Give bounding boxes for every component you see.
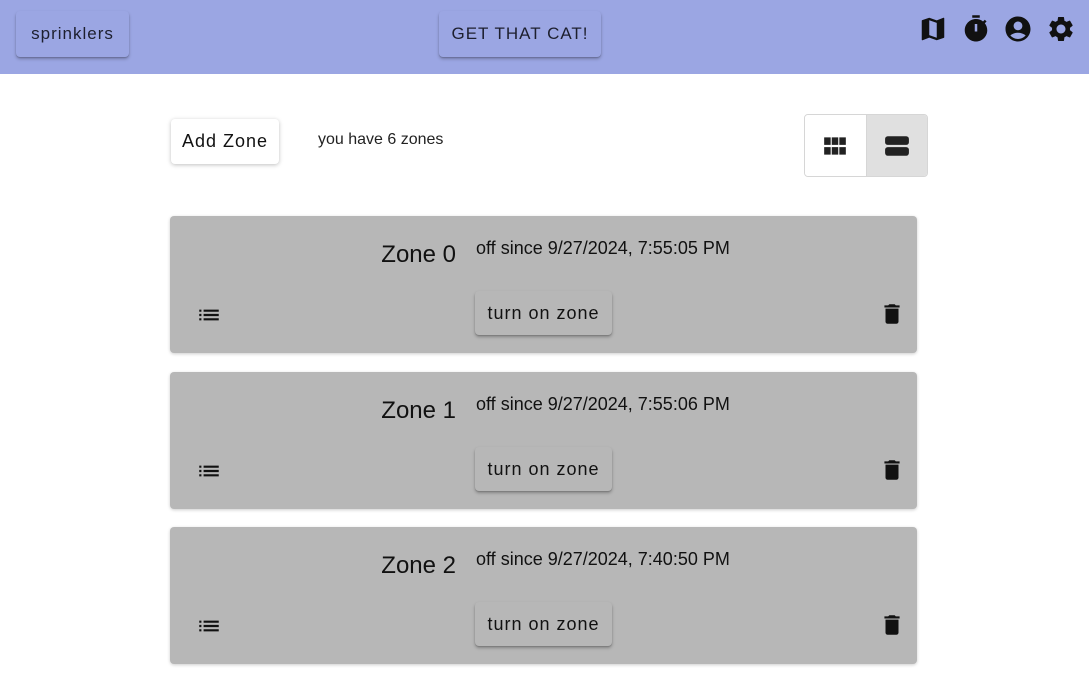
list-icon[interactable] [196,302,222,328]
row-view-icon [884,135,909,156]
get-that-cat-button[interactable]: GET THAT CAT! [439,11,601,57]
grid-view-button[interactable] [805,115,867,176]
zone-title: Zone 2 [381,552,456,579]
zone-status: off since 9/27/2024, 7:55:05 PM [476,238,730,258]
turn-on-zone-button[interactable]: turn on zone [475,602,612,646]
zone-count-text: you have 6 zones [318,131,444,148]
list-icon[interactable] [196,458,222,484]
row-view-button[interactable] [866,115,927,176]
add-zone-button[interactable]: Add Zone [171,119,279,164]
zone-status: off since 9/27/2024, 7:40:50 PM [476,549,730,569]
timer-icon[interactable] [961,14,991,44]
sprinklers-button[interactable]: sprinklers [16,11,129,57]
turn-on-zone-button[interactable]: turn on zone [475,291,612,335]
zone-card: Zone 2 off since 9/27/2024, 7:40:50 PM t… [170,527,917,664]
top-app-bar: sprinklers GET THAT CAT! [0,0,1089,74]
list-icon[interactable] [196,613,222,639]
zone-card: Zone 1 off since 9/27/2024, 7:55:06 PM t… [170,372,917,509]
grid-view-icon [824,136,847,155]
delete-icon[interactable] [879,300,905,328]
map-icon[interactable] [918,14,948,44]
zone-title: Zone 1 [381,397,456,424]
delete-icon[interactable] [879,611,905,639]
view-toggle-group [804,114,928,177]
settings-icon[interactable] [1046,14,1076,44]
zone-card: Zone 0 off since 9/27/2024, 7:55:05 PM t… [170,216,917,353]
account-icon[interactable] [1003,14,1033,44]
delete-icon[interactable] [879,456,905,484]
turn-on-zone-button[interactable]: turn on zone [475,447,612,491]
zone-status: off since 9/27/2024, 7:55:06 PM [476,394,730,414]
zone-title: Zone 0 [381,241,456,268]
